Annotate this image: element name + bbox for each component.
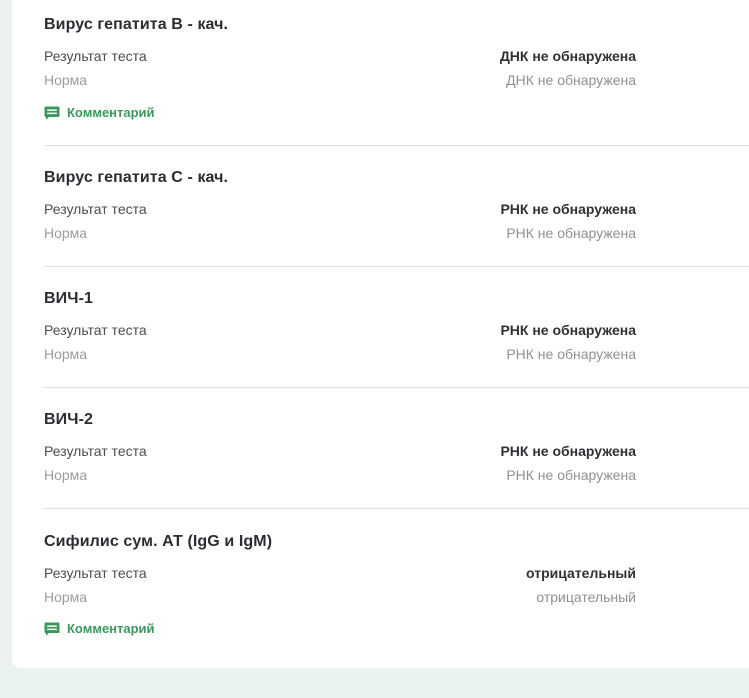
norm-label: Норма	[44, 225, 88, 241]
result-label: Результат теста	[44, 565, 147, 581]
norm-row: Норма ДНК не обнаружена	[44, 72, 636, 90]
test-title: ВИЧ-1	[44, 290, 94, 307]
norm-row: Норма РНК не обнаружена	[44, 346, 636, 364]
result-label: Результат теста	[44, 322, 147, 338]
norm-label: Норма	[44, 467, 88, 483]
result-row: Результат теста РНК не обнаружена	[44, 443, 636, 461]
comment-label: Комментарий	[67, 621, 155, 636]
divider	[44, 266, 749, 267]
result-value: РНК не обнаружена	[500, 201, 636, 217]
test-title: Вирус гепатита С - кач.	[44, 169, 229, 186]
norm-label: Норма	[44, 346, 88, 362]
result-value: РНК не обнаружена	[500, 322, 636, 338]
divider	[44, 508, 749, 509]
norm-label: Норма	[44, 589, 88, 605]
norm-label: Норма	[44, 72, 88, 88]
comment-link[interactable]: Комментарий	[44, 621, 155, 636]
comment-link[interactable]: Комментарий	[44, 105, 155, 120]
result-value: РНК не обнаружена	[500, 443, 636, 459]
test-title: ВИЧ-2	[44, 411, 94, 428]
result-label: Результат теста	[44, 201, 147, 217]
result-row: Результат теста РНК не обнаружена	[44, 201, 636, 219]
test-title: Вирус гепатита В - кач.	[44, 16, 229, 33]
norm-value: РНК не обнаружена	[506, 225, 636, 241]
result-row: Результат теста отрицательный	[44, 565, 636, 583]
result-value: отрицательный	[526, 565, 636, 581]
result-label: Результат теста	[44, 443, 147, 459]
norm-row: Норма РНК не обнаружена	[44, 225, 636, 243]
comment-icon	[44, 622, 60, 636]
norm-row: Норма отрицательный	[44, 589, 636, 607]
result-value: ДНК не обнаружена	[499, 48, 636, 64]
norm-value: РНК не обнаружена	[506, 467, 636, 483]
norm-row: Норма РНК не обнаружена	[44, 467, 636, 485]
test-title: Сифилис сум. АТ (IgG и IgM)	[44, 533, 273, 550]
result-label: Результат теста	[44, 48, 147, 64]
norm-value: ДНК не обнаружена	[506, 72, 636, 88]
result-row: Результат теста РНК не обнаружена	[44, 322, 636, 340]
divider	[44, 145, 749, 146]
comment-label: Комментарий	[67, 105, 155, 120]
divider	[44, 387, 749, 388]
norm-value: отрицательный	[536, 589, 636, 605]
result-row: Результат теста ДНК не обнаружена	[44, 48, 636, 66]
comment-icon	[44, 106, 60, 120]
norm-value: РНК не обнаружена	[506, 346, 636, 362]
